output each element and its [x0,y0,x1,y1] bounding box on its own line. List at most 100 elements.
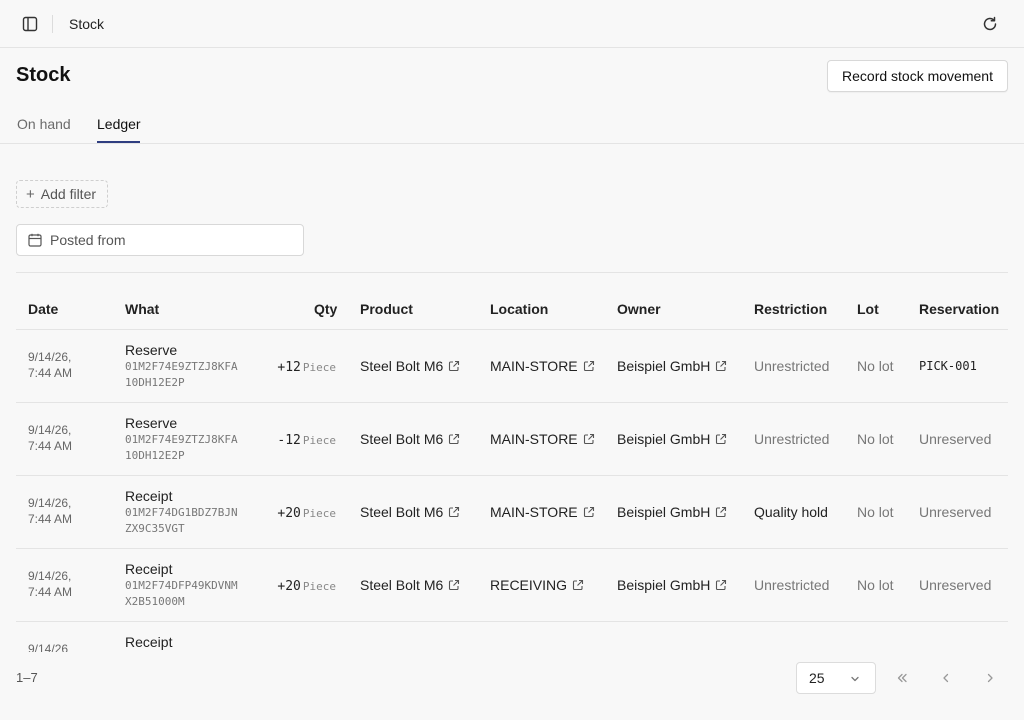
top-bar: Stock [0,0,1024,48]
movement-id: 01M2F74DFP49KDVNMX2B51000M [125,579,238,608]
movement-type: Receipt [125,488,173,504]
header-restriction[interactable]: Restriction [754,301,827,317]
row-lot: No lot [857,504,894,520]
table-row[interactable]: 9/14/26, 7:44 AM Receipt 01M2F74DG1BDZ7B… [16,476,1008,549]
owner-link[interactable]: Beispiel GmbH [617,358,727,375]
owner-link[interactable]: Beispiel GmbH [617,577,727,594]
row-lot: No lot [857,431,894,447]
header-location[interactable]: Location [490,301,548,317]
header-qty[interactable]: Qty [314,301,337,317]
row-what: Reserve 01M2F74E9ZTZJ8KFA10DH12E2P [125,342,243,391]
header-what[interactable]: What [125,301,159,317]
row-what: Receipt 01M2F74DG1BDZ7BJNZX9C35VGT [125,488,243,537]
topbar-divider [52,15,53,33]
header-product[interactable]: Product [360,301,413,317]
row-reservation: Unreserved [919,577,992,593]
external-link-icon [715,505,727,521]
location-link[interactable]: MAIN-STORE [490,504,595,521]
divider [16,272,1008,273]
row-what: Reserve 01M2F74E9ZTZJ8KFA10DH12E2P [125,415,243,464]
owner-name: Beispiel GmbH [617,358,711,374]
previous-page-icon[interactable] [936,668,956,688]
tab-bar: On hand Ledger [0,104,1024,144]
qty-value: +20 [277,579,301,594]
product-link[interactable]: Steel Bolt M6 [360,431,460,448]
qty-unit: Piece [302,507,336,520]
table-row[interactable]: 9/14/26, 7:44 AM Receipt 01M2F74DFP49KDV… [16,549,1008,622]
refresh-icon[interactable] [980,14,1000,34]
header-lot[interactable]: Lot [857,301,879,317]
row-lot: No lot [857,577,894,593]
location-link[interactable]: RECEIVING [490,577,584,594]
header-reservation[interactable]: Reservation [919,301,999,317]
chevron-down-icon [849,672,861,688]
row-qty: +20 Piece [277,577,336,594]
owner-link[interactable]: Beispiel GmbH [617,504,727,521]
qty-unit: Piece [302,361,336,374]
movement-type: Reserve [125,415,178,431]
first-page-icon[interactable] [892,668,912,688]
table-row[interactable]: 9/14/26 Receipt [16,622,1008,652]
posted-from-placeholder: Posted from [50,232,126,248]
row-date: 9/14/26, 7:44 AM [28,350,73,380]
next-page-icon[interactable] [980,668,1000,688]
ledger-table: Date What Qty Product Location Owner Res… [16,288,1008,652]
qty-value: +20 [277,506,301,521]
external-link-icon [448,432,460,448]
location-link[interactable]: MAIN-STORE [490,431,595,448]
product-name: Steel Bolt M6 [360,431,444,447]
external-link-icon [715,432,727,448]
table-row[interactable]: 9/14/26, 7:44 AM Reserve 01M2F74E9ZTZJ8K… [16,403,1008,476]
product-name: Steel Bolt M6 [360,577,444,593]
table-header: Date What Qty Product Location Owner Res… [16,288,1008,330]
external-link-icon [448,578,460,594]
row-qty: +12 Piece [277,358,336,375]
product-link[interactable]: Steel Bolt M6 [360,358,460,375]
qty-value: -12 [277,433,301,448]
qty-unit: Piece [302,580,336,593]
external-link-icon [583,432,595,448]
external-link-icon [448,359,460,375]
page-title: Stock [16,64,71,86]
product-name: Steel Bolt M6 [360,504,444,520]
row-restriction: Unrestricted [754,431,830,447]
add-filter-label: Add filter [40,186,97,202]
product-link[interactable]: Steel Bolt M6 [360,577,460,594]
external-link-icon [715,359,727,375]
add-filter-button[interactable]: + Add filter [16,180,108,208]
row-reservation: PICK-001 [919,359,977,373]
header-owner[interactable]: Owner [617,301,661,317]
active-tab-indicator [97,141,140,143]
product-name: Steel Bolt M6 [360,358,444,374]
owner-link[interactable]: Beispiel GmbH [617,431,727,448]
movement-id: 01M2F74DG1BDZ7BJNZX9C35VGT [125,506,238,535]
record-stock-movement-button[interactable]: Record stock movement [827,60,1008,92]
row-lot: No lot [857,358,894,374]
qty-unit: Piece [302,434,336,447]
product-link[interactable]: Steel Bolt M6 [360,504,460,521]
external-link-icon [583,505,595,521]
table-row[interactable]: 9/14/26, 7:44 AM Reserve 01M2F74E9ZTZJ8K… [16,330,1008,403]
tab-on-hand[interactable]: On hand [17,116,71,132]
page-size-value: 25 [809,670,825,686]
tab-ledger[interactable]: Ledger [97,116,141,132]
owner-name: Beispiel GmbH [617,577,711,593]
page-size-select[interactable]: 25 [796,662,876,694]
posted-from-date-input[interactable]: Posted from [16,224,304,256]
movement-type: Receipt [125,634,173,650]
row-reservation: Unreserved [919,431,992,447]
location-link[interactable]: MAIN-STORE [490,358,595,375]
row-date: 9/14/26 [28,642,69,652]
movement-type: Receipt [125,561,173,577]
row-restriction: Unrestricted [754,358,830,374]
breadcrumb-title: Stock [69,16,105,32]
location-name: RECEIVING [490,577,568,593]
sidebar-toggle-icon[interactable] [20,14,40,34]
qty-value: +12 [277,360,301,375]
header-date[interactable]: Date [28,301,58,317]
owner-name: Beispiel GmbH [617,504,711,520]
location-name: MAIN-STORE [490,504,578,520]
location-name: MAIN-STORE [490,358,578,374]
row-restriction: Quality hold [754,504,828,520]
row-qty: +20 Piece [277,504,336,521]
